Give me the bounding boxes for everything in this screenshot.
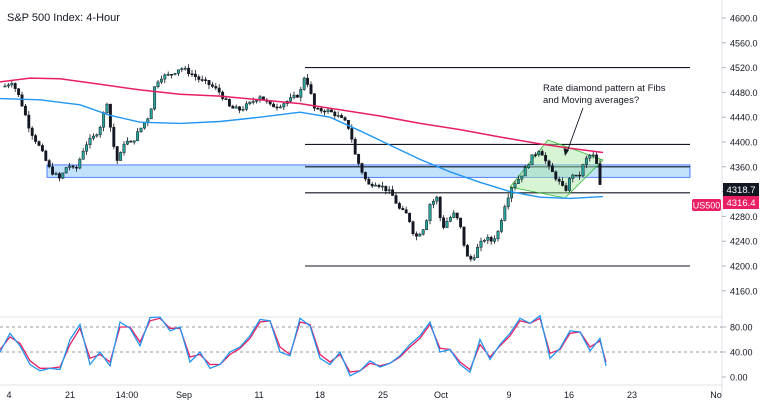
candle bbox=[44, 149, 48, 162]
candle bbox=[503, 204, 507, 222]
candle bbox=[78, 157, 82, 170]
price-tick-label: 4440.0 bbox=[730, 113, 758, 123]
candle bbox=[408, 212, 412, 224]
price-tick-label: 4560.0 bbox=[730, 38, 758, 48]
candle bbox=[459, 217, 463, 229]
price-tick-label: 4200.0 bbox=[730, 262, 758, 272]
candle bbox=[353, 136, 357, 155]
candle bbox=[64, 167, 68, 174]
candle bbox=[574, 174, 578, 177]
time-tick-label: 16 bbox=[564, 390, 574, 400]
candle bbox=[499, 218, 503, 234]
chart-title: S&P 500 Index: 4-Hour bbox=[7, 12, 120, 24]
candle bbox=[425, 219, 429, 231]
svg-text:4316.4: 4316.4 bbox=[726, 198, 755, 209]
time-tick-label: Oct bbox=[434, 390, 449, 400]
time-tick-label: 18 bbox=[315, 390, 325, 400]
candle bbox=[61, 172, 65, 180]
candle bbox=[153, 86, 157, 111]
price-tick-label: 4400.0 bbox=[730, 138, 758, 148]
chart: Rate diamond pattern at Fibs and Moving … bbox=[0, 0, 771, 410]
price-tick-label: 4240.0 bbox=[730, 237, 758, 247]
time-tick-label: Sep bbox=[176, 390, 192, 400]
candle bbox=[112, 123, 116, 150]
time-tick-label: 14:00 bbox=[116, 390, 139, 400]
candle bbox=[149, 108, 153, 120]
price-tick-label: 4280.0 bbox=[730, 212, 758, 222]
price-tick-label: 4160.0 bbox=[730, 286, 758, 296]
stochastic-tick-label: 0.00 bbox=[730, 373, 748, 383]
time-tick-label: 4 bbox=[6, 390, 11, 400]
candle bbox=[227, 98, 231, 107]
stochastic-tick-label: 40.00 bbox=[730, 348, 753, 358]
candle bbox=[47, 159, 51, 169]
candle bbox=[567, 176, 571, 193]
candle bbox=[530, 154, 534, 165]
candle bbox=[119, 151, 123, 161]
symbol-label: US500 bbox=[692, 199, 721, 211]
time-tick-label: 21 bbox=[65, 390, 75, 400]
time-tick-label: 9 bbox=[506, 390, 511, 400]
candle bbox=[438, 196, 442, 222]
candle bbox=[411, 220, 415, 236]
price-tick-label: 4600.0 bbox=[730, 14, 758, 24]
marker-price-label: 4318.7 bbox=[723, 183, 759, 196]
candle bbox=[581, 163, 585, 178]
time-tick-label: 25 bbox=[378, 390, 388, 400]
price-tick-label: 4360.0 bbox=[730, 162, 758, 172]
time-tick-label: No bbox=[710, 390, 722, 400]
annotation-line-2: and Moving averages? bbox=[543, 95, 639, 106]
price-tick-label: 4520.0 bbox=[730, 63, 758, 73]
candle bbox=[302, 76, 306, 91]
price-tick-label: 4480.0 bbox=[730, 88, 758, 98]
time-tick-label: 23 bbox=[627, 390, 637, 400]
stochastic-tick-label: 80.00 bbox=[730, 323, 753, 333]
candle bbox=[465, 243, 469, 257]
candle bbox=[108, 103, 112, 132]
annotation-line-1: Rate diamond pattern at Fibs bbox=[543, 83, 666, 94]
svg-text:US500: US500 bbox=[693, 201, 721, 211]
last-price-label: 4316.4 bbox=[723, 196, 759, 209]
time-tick-label: 11 bbox=[254, 390, 263, 400]
svg-text:4318.7: 4318.7 bbox=[726, 185, 755, 196]
candle bbox=[462, 226, 466, 248]
